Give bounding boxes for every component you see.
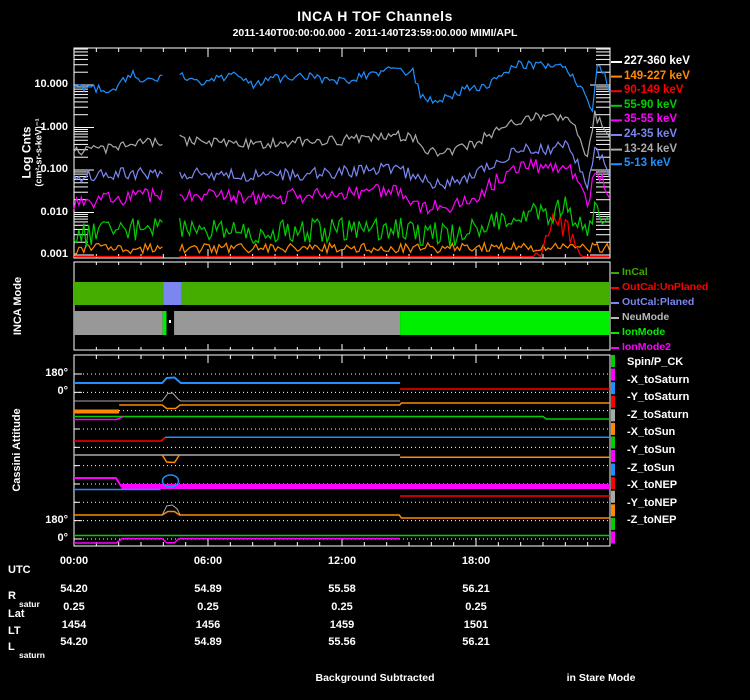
utc-tick-label: 00:00 bbox=[59, 555, 89, 567]
panel-border-2 bbox=[73, 261, 611, 351]
flux-legend-item: 227-360 keV bbox=[624, 55, 690, 67]
ephemeris-value: 55.56 bbox=[328, 636, 356, 648]
ephemeris-row-sublabel: saturn bbox=[19, 650, 45, 660]
ephemeris-row-label-R: R bbox=[8, 590, 16, 602]
ephemeris-value: 54.20 bbox=[60, 636, 88, 648]
ephemeris-value: 1459 bbox=[329, 619, 355, 631]
attitude-right-tick-2 bbox=[611, 382, 615, 395]
utc-tick-label: 18:00 bbox=[461, 555, 491, 567]
attitude-legend-item: -Y_toSaturn bbox=[627, 391, 690, 404]
footer-note-background-subtracted: Background Subtracted bbox=[315, 672, 435, 684]
ephemeris-value: 1454 bbox=[61, 619, 87, 631]
flux-legend-item: 13-24 keV bbox=[624, 142, 678, 155]
attitude-right-tick-8 bbox=[611, 463, 615, 476]
ephemeris-value: 1501 bbox=[463, 619, 489, 631]
ephemeris-value: 0.25 bbox=[197, 601, 219, 613]
attitude-ytick-label: 180° bbox=[45, 513, 68, 526]
footer-note-stare-mode: in Stare Mode bbox=[566, 672, 636, 684]
attitude-right-tick-3 bbox=[611, 395, 615, 408]
flux-ytick-label: 0.100 bbox=[40, 163, 68, 175]
mode-bar-IonMode bbox=[400, 311, 610, 335]
attitude-right-tick-5 bbox=[611, 422, 615, 435]
attitude-right-tick-12 bbox=[611, 517, 615, 530]
attitude-trace-0 bbox=[74, 376, 401, 384]
mode-legend-item: InCal bbox=[622, 266, 648, 278]
ephemeris-value: 56.21 bbox=[462, 583, 490, 595]
flux-trace-35-55keV bbox=[73, 157, 611, 215]
ephemeris-value: 56.21 bbox=[462, 636, 490, 648]
flux-legend-item: 55-90 keV bbox=[624, 98, 678, 111]
flux-trace-55-90keV bbox=[73, 196, 611, 247]
attitude-trace-10 bbox=[161, 454, 181, 464]
ephemeris-value: 0.25 bbox=[465, 601, 487, 613]
ephemeris-value: 0.25 bbox=[63, 601, 85, 613]
flux-ytick-label: 10.000 bbox=[34, 78, 68, 90]
attitude-right-tick-0 bbox=[611, 355, 615, 368]
mode-legend-item: IonMode2 bbox=[622, 341, 671, 353]
ephemeris-value: 0.25 bbox=[331, 601, 353, 613]
mode-bar-IonMode bbox=[162, 311, 167, 335]
flux-ytick-label: 0.010 bbox=[40, 205, 68, 218]
attitude-legend-item: -Y_toNEP bbox=[627, 496, 678, 509]
ephemeris-row-label-Lat: Lat bbox=[8, 608, 25, 620]
mode-gap-dot bbox=[169, 320, 171, 323]
mode-bar-NeuMode bbox=[74, 311, 163, 335]
mode-legend-item: OutCal:Planed bbox=[622, 296, 695, 308]
mode-legend-item: OutCal:UnPlaned bbox=[622, 281, 709, 293]
flux-legend-item: 5-13 keV bbox=[624, 157, 671, 170]
utc-tick-label: 06:00 bbox=[193, 555, 223, 567]
attitude-right-tick-1 bbox=[611, 368, 615, 381]
mode-bar-NeuMode bbox=[174, 311, 401, 335]
attitude-trace-16 bbox=[74, 510, 610, 519]
attitude-trace-12 bbox=[74, 477, 123, 488]
attitude-right-tick-6 bbox=[611, 436, 615, 449]
ephemeris-value: 54.89 bbox=[194, 583, 222, 595]
attitude-ytick-label: 0° bbox=[57, 385, 68, 398]
flux-legend-item: 35-55 keV bbox=[624, 113, 678, 126]
attitude-right-tick-13 bbox=[611, 531, 615, 544]
attitude-legend-item: -X_toSun bbox=[627, 426, 676, 439]
attitude-ytick-label: 0° bbox=[57, 531, 68, 544]
attitude-right-tick-4 bbox=[611, 409, 615, 422]
attitude-legend-item: -X_toSaturn bbox=[627, 373, 690, 386]
mode-legend-item: IonMode bbox=[622, 326, 666, 338]
attitude-legend-item: -Z_toSun bbox=[627, 461, 675, 474]
ephemeris-value: 54.20 bbox=[60, 583, 88, 595]
attitude-trace-19 bbox=[74, 537, 401, 544]
attitude-legend-item: -Z_toNEP bbox=[627, 514, 677, 527]
flux-trace-5-13keV bbox=[73, 60, 611, 113]
attitude-right-tick-7 bbox=[611, 450, 615, 463]
mode-bar-InCal bbox=[74, 282, 164, 305]
attitude-trace-7 bbox=[74, 436, 166, 442]
attitude-ytick-label: 180° bbox=[45, 367, 68, 379]
attitude-trace-5 bbox=[74, 415, 610, 420]
utc-tick-label: 12:00 bbox=[327, 555, 357, 567]
attitude-legend-item: -X_toNEP bbox=[627, 479, 678, 492]
flux-ytick-label: 0.001 bbox=[40, 248, 68, 260]
flux-ytick-label: 1.000 bbox=[40, 120, 68, 133]
mode-bar-OutCalPlaned bbox=[163, 282, 182, 305]
attitude-right-tick-11 bbox=[611, 504, 615, 517]
flux-legend-item: 149-227 keV bbox=[624, 69, 690, 82]
flux-legend-item: 24-35 keV bbox=[624, 128, 678, 140]
ephemeris-value: 55.58 bbox=[328, 583, 356, 595]
mode-legend-item: NeuMode bbox=[622, 311, 670, 323]
attitude-legend-item: -Y_toSun bbox=[627, 444, 676, 456]
ephemeris-value: 1456 bbox=[195, 619, 221, 631]
attitude-right-tick-10 bbox=[611, 490, 615, 503]
attitude-trace-2 bbox=[74, 392, 401, 402]
ephemeris-row-label-L: L bbox=[8, 641, 15, 653]
attitude-right-tick-9 bbox=[611, 477, 615, 490]
mode-bar-InCal bbox=[181, 282, 610, 305]
attitude-axis-title: Cassini Attitude bbox=[11, 408, 23, 492]
flux-legend-item: 90-149 keV bbox=[624, 84, 684, 97]
attitude-legend-item: Spin/P_CK bbox=[627, 356, 684, 368]
ephemeris-row-label-LT: LT bbox=[8, 625, 21, 637]
attitude-legend-item: -Z_toSaturn bbox=[627, 408, 689, 421]
ephemeris-value: 54.89 bbox=[194, 636, 222, 648]
attitude-trace-4 bbox=[119, 402, 610, 410]
plot-canvas: INCA H TOF Channels 2011-140T00:00:00.00… bbox=[0, 0, 750, 700]
utc-row-label: UTC bbox=[8, 564, 31, 576]
